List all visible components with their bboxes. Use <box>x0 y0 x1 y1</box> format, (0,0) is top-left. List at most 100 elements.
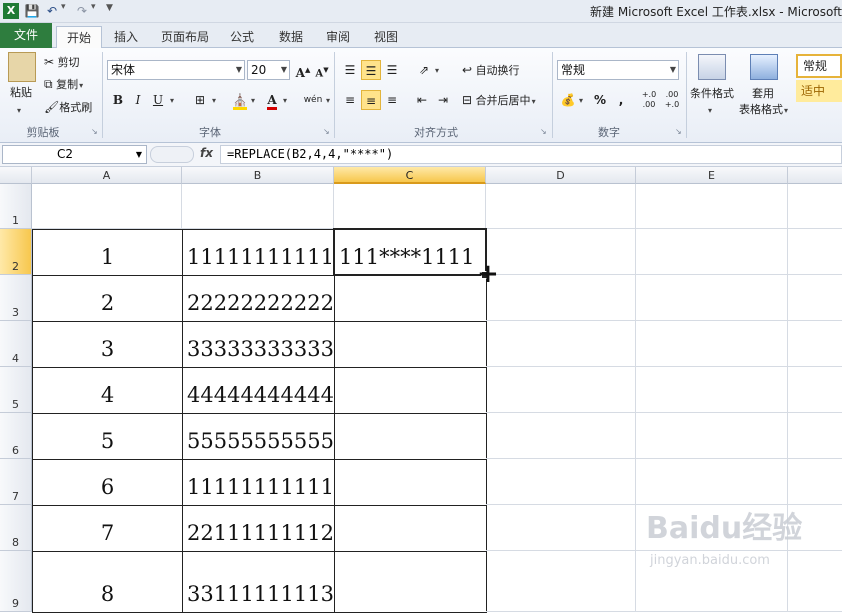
cell-c5[interactable] <box>334 367 487 414</box>
decrease-indent-button[interactable]: ⇤ <box>412 90 432 110</box>
cell-d2[interactable] <box>486 229 636 275</box>
cell-c4[interactable] <box>334 321 487 368</box>
undo-dropdown-icon[interactable]: ▾ <box>61 2 66 12</box>
cell-b3[interactable]: 22222222222 <box>182 275 335 322</box>
cell-c7[interactable] <box>334 459 487 506</box>
row-header-3[interactable]: 3 <box>0 275 32 321</box>
redo-icon[interactable]: ↷ <box>74 3 90 19</box>
align-right-button[interactable]: ≡ <box>382 90 402 110</box>
column-header-f[interactable] <box>788 167 842 184</box>
cell-f6[interactable] <box>788 413 842 459</box>
cell-f5[interactable] <box>788 367 842 413</box>
fill-color-button[interactable]: ⛪ <box>230 90 250 110</box>
cell-f3[interactable] <box>788 275 842 321</box>
accounting-format-button[interactable]: 💰 <box>558 90 578 110</box>
accounting-dropdown-icon[interactable]: ▾ <box>578 92 583 109</box>
formula-input[interactable]: =REPLACE(B2,4,4,"****") <box>220 145 842 164</box>
number-launcher-icon[interactable]: ↘ <box>675 127 682 136</box>
cell-a8[interactable]: 7 <box>32 505 183 552</box>
cell-d1[interactable] <box>486 184 636 229</box>
cell-d3[interactable] <box>486 275 636 321</box>
row-header-4[interactable]: 4 <box>0 321 32 367</box>
phonetic-button[interactable]: wén <box>300 90 326 110</box>
borders-dropdown-icon[interactable]: ▾ <box>211 92 216 109</box>
shrink-font-button[interactable]: A▼ <box>312 60 332 80</box>
cell-e4[interactable] <box>636 321 788 367</box>
cell-c9[interactable] <box>334 551 487 613</box>
align-left-button[interactable]: ≡ <box>340 90 360 110</box>
select-all-corner[interactable] <box>0 167 32 184</box>
fill-color-dropdown-icon[interactable]: ▾ <box>250 92 255 109</box>
cell-a9[interactable]: 8 <box>32 551 183 613</box>
tab-review[interactable]: 审阅 <box>320 26 356 48</box>
row-header-2[interactable]: 2 <box>0 229 32 275</box>
font-name-combo[interactable]: 宋体 ▼ <box>107 60 245 80</box>
cell-c2[interactable]: 111****1111 <box>334 229 487 276</box>
clipboard-launcher-icon[interactable]: ↘ <box>91 127 98 136</box>
insert-function-button[interactable]: fx <box>200 146 213 160</box>
tab-insert[interactable]: 插入 <box>108 26 144 48</box>
bold-button[interactable]: B <box>108 90 128 110</box>
table-format-button-line1[interactable]: 套用 <box>752 86 774 102</box>
cell-d4[interactable] <box>486 321 636 367</box>
align-top-button[interactable]: ☰ <box>340 60 360 80</box>
cell-d9[interactable] <box>486 551 636 612</box>
align-center-button[interactable]: ≡ <box>361 90 381 110</box>
cell-a6[interactable]: 5 <box>32 413 183 460</box>
column-header-e[interactable]: E <box>636 167 788 184</box>
font-color-dropdown-icon[interactable]: ▾ <box>282 92 287 109</box>
tab-page-layout[interactable]: 页面布局 <box>156 26 214 48</box>
merge-center-button[interactable]: ⊟ 合并后居中▾ <box>462 92 536 110</box>
cut-button[interactable]: ✂ 剪切 <box>44 54 80 71</box>
cell-c3[interactable] <box>334 275 487 322</box>
excel-logo-icon[interactable]: X <box>3 3 19 19</box>
cell-c8[interactable] <box>334 505 487 552</box>
cell-f1[interactable] <box>788 184 842 229</box>
save-icon[interactable]: 💾 <box>24 3 40 19</box>
cell-d7[interactable] <box>486 459 636 505</box>
paste-button[interactable]: 粘贴 <box>10 85 32 101</box>
copy-button[interactable]: ⧉ 复制▾ <box>44 76 83 94</box>
cell-b9[interactable]: 33111111113 <box>182 551 335 613</box>
cell-e1[interactable] <box>636 184 788 229</box>
align-bottom-button[interactable]: ☰ <box>382 60 402 80</box>
column-header-d[interactable]: D <box>486 167 636 184</box>
orientation-dropdown-icon[interactable]: ▾ <box>434 62 439 79</box>
cell-f4[interactable] <box>788 321 842 367</box>
row-header-8[interactable]: 8 <box>0 505 32 551</box>
cell-b4[interactable]: 33333333333 <box>182 321 335 368</box>
name-box[interactable]: C2 ▼ <box>2 145 147 164</box>
font-size-combo[interactable]: 20 ▼ <box>247 60 290 80</box>
decrease-decimal-button[interactable]: .00 +.0 <box>661 90 683 110</box>
cell-a5[interactable]: 4 <box>32 367 183 414</box>
row-header-9[interactable]: 9 <box>0 551 32 612</box>
column-header-c[interactable]: C <box>334 167 486 184</box>
cell-b1[interactable] <box>182 184 334 229</box>
cell-e3[interactable] <box>636 275 788 321</box>
cell-c1[interactable] <box>334 184 486 229</box>
tab-file[interactable]: 文件 <box>0 23 52 48</box>
grow-font-button[interactable]: A▲ <box>293 60 313 80</box>
row-header-1[interactable]: 1 <box>0 184 32 229</box>
italic-button[interactable]: I <box>128 90 148 110</box>
cell-c6[interactable] <box>334 413 487 460</box>
increase-decimal-button[interactable]: +.0 .00 <box>638 90 660 110</box>
cell-d8[interactable] <box>486 505 636 551</box>
increase-indent-button[interactable]: ⇥ <box>433 90 453 110</box>
cell-b7[interactable]: 11111111111 <box>182 459 335 506</box>
conditional-format-button[interactable]: 条件格式 <box>690 86 734 102</box>
cell-e6[interactable] <box>636 413 788 459</box>
align-middle-button[interactable]: ☰ <box>361 60 381 80</box>
cell-b5[interactable]: 44444444444 <box>182 367 335 414</box>
row-header-5[interactable]: 5 <box>0 367 32 413</box>
cell-d5[interactable] <box>486 367 636 413</box>
row-header-6[interactable]: 6 <box>0 413 32 459</box>
format-painter-button[interactable]: 🖌格式刷 <box>44 99 92 116</box>
borders-button[interactable]: ⊞ <box>190 90 210 110</box>
wrap-text-button[interactable]: ↩ 自动换行 <box>462 62 520 79</box>
alignment-launcher-icon[interactable]: ↘ <box>540 127 547 136</box>
style-normal[interactable]: 常规 <box>796 54 842 78</box>
conditional-format-dropdown-icon[interactable]: ▾ <box>707 102 712 119</box>
style-neutral[interactable]: 适中 <box>796 80 842 102</box>
cell-e7[interactable] <box>636 459 788 505</box>
